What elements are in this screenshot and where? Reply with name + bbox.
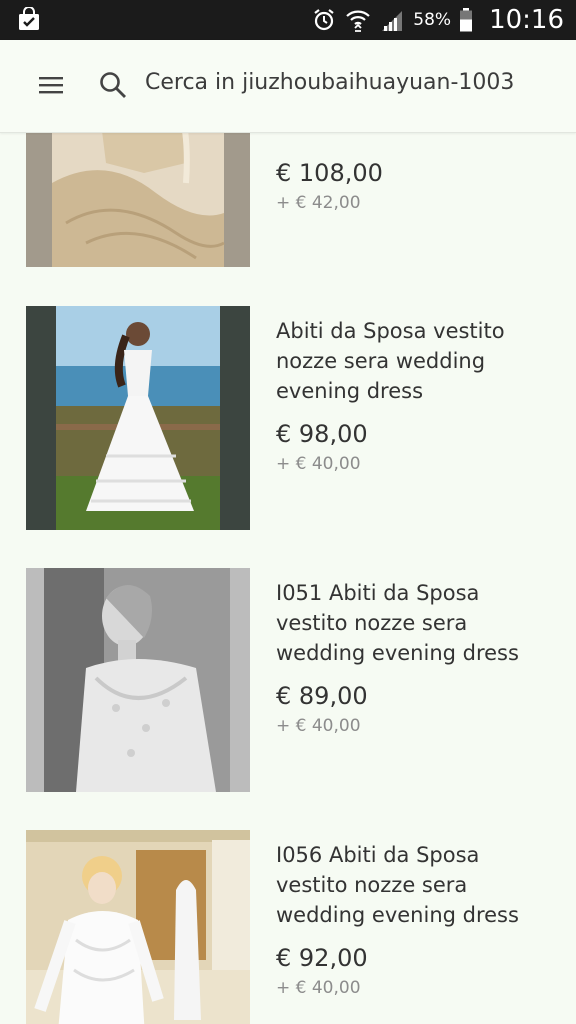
product-image[interactable] (26, 830, 250, 1024)
product-title: Abiti da Sposa vestito nozze sera weddin… (276, 319, 505, 403)
search-icon[interactable] (98, 70, 128, 100)
app-header: Cerca in jiuzhoubaihuayuan-1003 (0, 40, 576, 133)
product-image[interactable] (26, 568, 250, 792)
product-price: € 108,00 (276, 159, 383, 187)
alarm-icon (314, 9, 334, 31)
hamburger-menu-icon[interactable] (36, 70, 66, 100)
product-price: € 98,00 (276, 420, 368, 448)
product-title: I051 Abiti da Sposa vestito nozze sera w… (276, 581, 519, 665)
dress-photo-bw (26, 568, 250, 792)
dress-photo-beige (26, 132, 250, 267)
product-image[interactable] (26, 132, 250, 267)
product-price: € 89,00 (276, 682, 368, 710)
product-item[interactable]: I051 Abiti da Sposa vestito nozze sera w… (0, 568, 576, 793)
shipping-cost: + € 42,00 (276, 193, 361, 213)
dress-photo-beach (26, 306, 250, 530)
dress-photo-lace (26, 830, 250, 1024)
battery-percent: 58% (413, 10, 452, 30)
shipping-cost: + € 40,00 (276, 454, 361, 474)
shipping-cost: + € 40,00 (276, 978, 361, 998)
product-item[interactable]: € 108,00 + € 42,00 (0, 132, 576, 268)
shopping-bag-check-icon (19, 7, 39, 30)
wifi-icon (346, 10, 371, 32)
clock: 10:16 (489, 5, 564, 35)
product-price: € 92,00 (276, 944, 368, 972)
search-input[interactable]: Cerca in jiuzhoubaihuayuan-1003 (145, 70, 514, 95)
signal-icon (382, 11, 403, 31)
product-list: € 108,00 + € 42,00 Abiti da Sposa vestit… (0, 132, 576, 1024)
product-title: I056 Abiti da Sposa vestito nozze sera w… (276, 843, 519, 927)
product-item[interactable]: Abiti da Sposa vestito nozze sera weddin… (0, 306, 576, 531)
product-item[interactable]: I056 Abiti da Sposa vestito nozze sera w… (0, 830, 576, 1024)
status-bar: 58% 10:16 (0, 0, 576, 40)
battery-icon (460, 8, 473, 32)
shipping-cost: + € 40,00 (276, 716, 361, 736)
product-image[interactable] (26, 306, 250, 530)
